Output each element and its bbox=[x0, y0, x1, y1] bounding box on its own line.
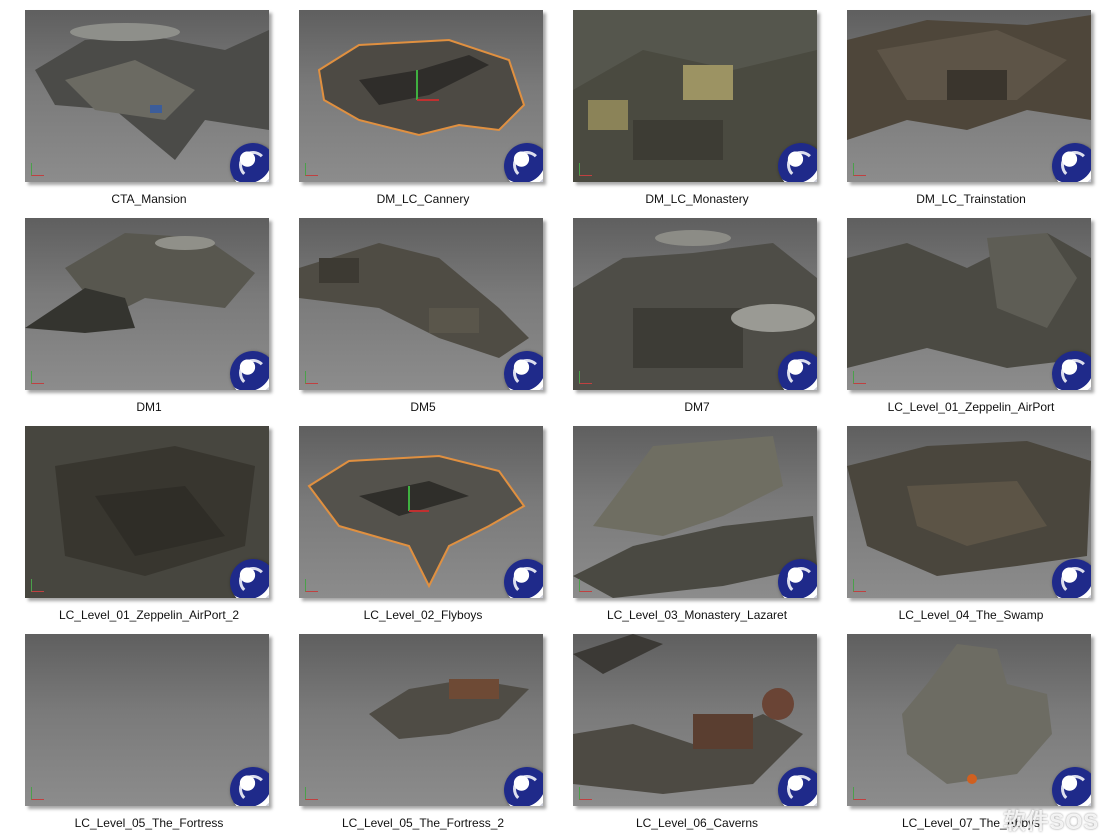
axis-gizmo-icon bbox=[305, 787, 318, 800]
cinema4d-icon bbox=[778, 767, 817, 806]
thumbnail-grid: CTA_Mansion DM_LC_Cannery DM_LC_Monaster… bbox=[0, 0, 1109, 838]
axis-gizmo-icon bbox=[853, 371, 866, 384]
file-thumbnail[interactable] bbox=[847, 10, 1091, 182]
file-item[interactable]: LC_Level_02_Flyboys bbox=[299, 426, 573, 630]
axis-gizmo-icon bbox=[579, 787, 592, 800]
axis-gizmo-icon bbox=[31, 371, 44, 384]
file-name: LC_Level_05_The_Fortress bbox=[74, 816, 224, 830]
file-name: LC_Level_03_Monastery_Lazaret bbox=[606, 608, 788, 622]
file-name: LC_Level_04_The_Swamp bbox=[898, 608, 1044, 622]
file-thumbnail[interactable] bbox=[573, 426, 817, 598]
file-name: DM_LC_Cannery bbox=[376, 192, 470, 206]
axis-gizmo-icon bbox=[305, 579, 318, 592]
file-name: DM7 bbox=[684, 400, 710, 414]
file-name: DM_LC_Monastery bbox=[645, 192, 749, 206]
cinema4d-icon bbox=[778, 559, 817, 598]
file-thumbnail[interactable] bbox=[299, 634, 543, 806]
file-name: DM5 bbox=[410, 400, 436, 414]
file-item[interactable]: LC_Level_05_The_Fortress_2 bbox=[299, 634, 573, 838]
file-name: DM_LC_Trainstation bbox=[916, 192, 1026, 206]
file-name: LC_Level_05_The_Fortress_2 bbox=[341, 816, 505, 830]
cinema4d-icon bbox=[230, 143, 269, 182]
file-thumbnail[interactable] bbox=[847, 426, 1091, 598]
watermark: 软件SOS bbox=[1003, 809, 1099, 834]
file-thumbnail[interactable] bbox=[25, 10, 269, 182]
file-thumbnail[interactable] bbox=[847, 218, 1091, 390]
cinema4d-icon bbox=[1052, 351, 1091, 390]
cinema4d-icon bbox=[504, 559, 543, 598]
file-thumbnail[interactable] bbox=[573, 218, 817, 390]
file-item[interactable]: DM7 bbox=[573, 218, 847, 422]
file-item[interactable]: LC_Level_01_Zeppelin_AirPort bbox=[847, 218, 1109, 422]
axis-gizmo-icon bbox=[31, 787, 44, 800]
file-item[interactable]: LC_Level_01_Zeppelin_AirPort_2 bbox=[25, 426, 299, 630]
axis-gizmo-icon bbox=[579, 163, 592, 176]
file-thumbnail[interactable] bbox=[573, 634, 817, 806]
file-item[interactable]: LC_Level_03_Monastery_Lazaret bbox=[573, 426, 847, 630]
file-item[interactable]: DM_LC_Cannery bbox=[299, 10, 573, 214]
file-item[interactable]: CTA_Mansion bbox=[25, 10, 299, 214]
axis-gizmo-icon bbox=[31, 163, 44, 176]
file-thumbnail[interactable] bbox=[847, 634, 1091, 806]
axis-gizmo-icon bbox=[853, 579, 866, 592]
axis-gizmo-icon bbox=[853, 787, 866, 800]
file-name: LC_Level_01_Zeppelin_AirPort bbox=[887, 400, 1055, 414]
file-name: LC_Level_02_Flyboys bbox=[363, 608, 483, 622]
axis-gizmo-icon bbox=[31, 579, 44, 592]
file-item[interactable]: DM_LC_Trainstation bbox=[847, 10, 1109, 214]
file-name: DM1 bbox=[136, 400, 162, 414]
axis-gizmo-icon bbox=[305, 371, 318, 384]
cinema4d-icon bbox=[778, 351, 817, 390]
axis-gizmo-icon bbox=[579, 579, 592, 592]
cinema4d-icon bbox=[778, 143, 817, 182]
axis-gizmo-icon bbox=[579, 371, 592, 384]
cinema4d-icon bbox=[230, 351, 269, 390]
file-item[interactable]: DM5 bbox=[299, 218, 573, 422]
file-thumbnail[interactable] bbox=[25, 426, 269, 598]
file-item[interactable]: LC_Level_04_The_Swamp bbox=[847, 426, 1109, 630]
cinema4d-icon bbox=[1052, 143, 1091, 182]
cinema4d-icon bbox=[230, 767, 269, 806]
cinema4d-icon bbox=[504, 351, 543, 390]
file-thumbnail[interactable] bbox=[299, 426, 543, 598]
cinema4d-icon bbox=[1052, 559, 1091, 598]
file-thumbnail[interactable] bbox=[299, 218, 543, 390]
cinema4d-icon bbox=[230, 559, 269, 598]
file-item[interactable]: DM1 bbox=[25, 218, 299, 422]
file-name: CTA_Mansion bbox=[111, 192, 187, 206]
file-name: LC_Level_01_Zeppelin_AirPort_2 bbox=[58, 608, 240, 622]
file-item[interactable]: LC_Level_05_The_Fortress bbox=[25, 634, 299, 838]
axis-gizmo-icon bbox=[853, 163, 866, 176]
cinema4d-icon bbox=[1052, 767, 1091, 806]
file-name: LC_Level_06_Caverns bbox=[635, 816, 759, 830]
file-thumbnail[interactable] bbox=[573, 10, 817, 182]
axis-gizmo-icon bbox=[305, 163, 318, 176]
cinema4d-icon bbox=[504, 767, 543, 806]
cinema4d-icon bbox=[504, 143, 543, 182]
file-thumbnail[interactable] bbox=[299, 10, 543, 182]
file-item[interactable]: DM_LC_Monastery bbox=[573, 10, 847, 214]
file-item[interactable]: LC_Level_06_Caverns bbox=[573, 634, 847, 838]
file-thumbnail[interactable] bbox=[25, 634, 269, 806]
file-thumbnail[interactable] bbox=[25, 218, 269, 390]
